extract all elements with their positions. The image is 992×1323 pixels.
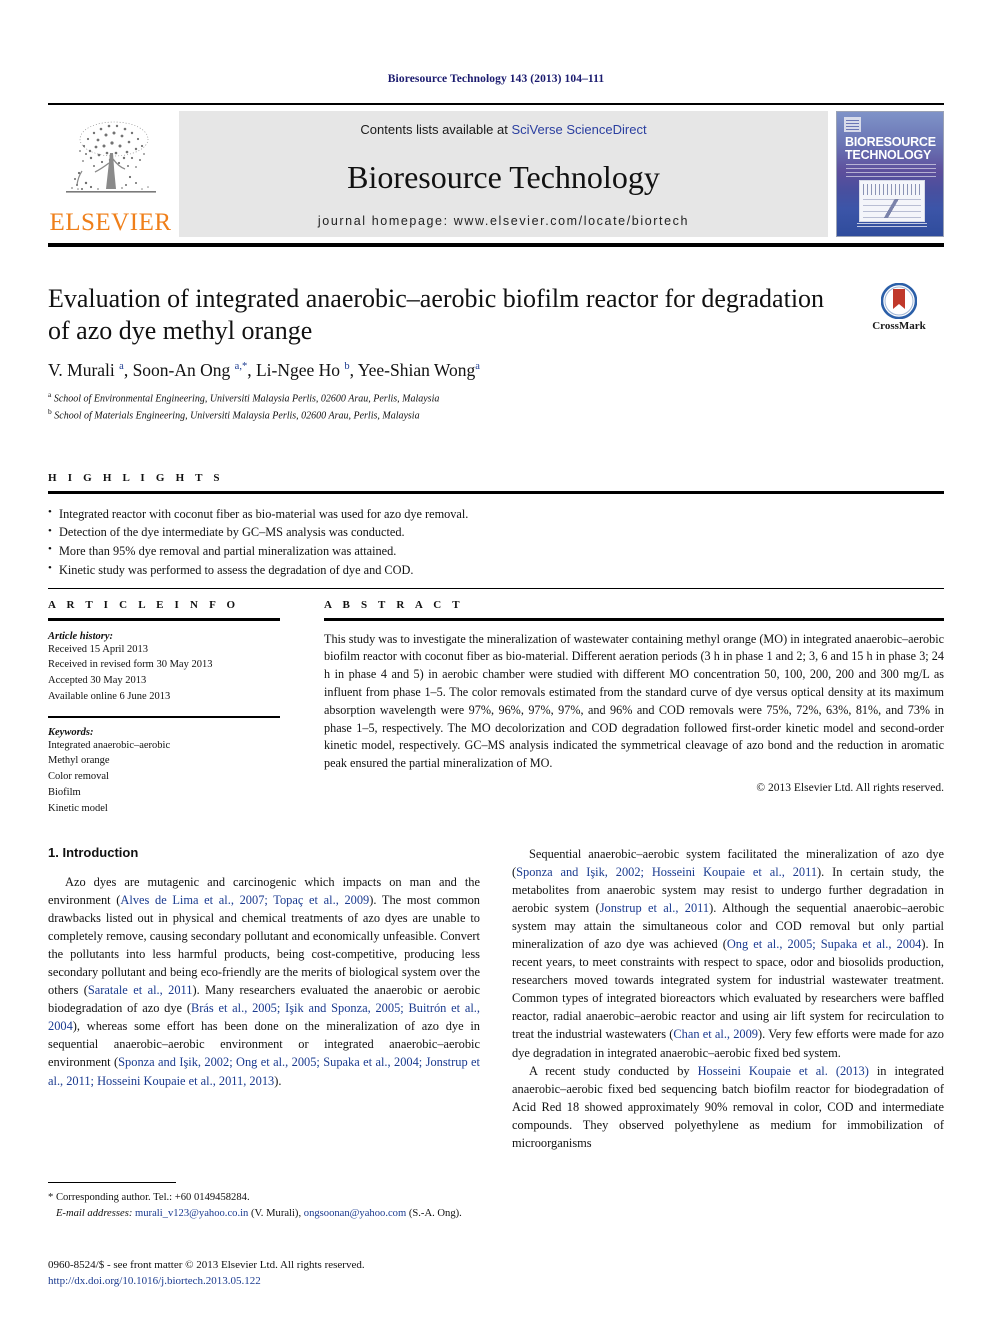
cover-chart-graphic [859, 180, 925, 222]
email-label: E-mail addresses: [55, 1208, 133, 1220]
article-info-heading: A R T I C L E I N F O [48, 599, 240, 611]
corresponding-author-note: * Corresponding author. Tel.: +60 014945… [48, 1192, 250, 1204]
history-item: Accepted 30 May 2013 [48, 675, 147, 687]
elsevier-logo: ELSEVIER [48, 111, 173, 237]
footnotes: * Corresponding author. Tel.: +60 014945… [48, 1182, 480, 1222]
elsevier-tree-icon [58, 113, 164, 209]
affiliations: a School of Environmental Engineering, U… [48, 390, 838, 424]
contents-available-line: Contents lists available at SciVerse Sci… [360, 122, 646, 137]
cover-elsevier-mark-icon [844, 117, 861, 132]
body-column-right: Sequential anaerobic–aerobic system faci… [512, 845, 944, 1152]
article-info-separator [48, 716, 280, 718]
keyword-item: Color removal [48, 771, 109, 783]
info-abstract-block: A R T I C L E I N F O Article history: R… [48, 599, 944, 817]
keyword-item: Integrated anaerobic–aerobic [48, 739, 171, 751]
body-column-gap [480, 845, 512, 1152]
cover-subtitle-lines [846, 164, 936, 177]
crossmark-badge[interactable]: CrossMark [856, 283, 942, 332]
doi-link[interactable]: http://dx.doi.org/10.1016/j.biortech.201… [48, 1274, 508, 1290]
issn-line: 0960-8524/$ - see front matter © 2013 El… [48, 1259, 365, 1271]
body-columns: 1. Introduction Azo dyes are mutagenic a… [48, 845, 944, 1152]
affiliation-mark-a: a [48, 390, 52, 400]
elsevier-wordmark: ELSEVIER [49, 209, 172, 236]
abstract-copyright: © 2013 Elsevier Ltd. All rights reserved… [756, 782, 944, 794]
body-column-left: 1. Introduction Azo dyes are mutagenic a… [48, 845, 480, 1152]
footer-block: 0960-8524/$ - see front matter © 2013 El… [48, 1258, 508, 1290]
journal-homepage[interactable]: journal homepage: www.elsevier.com/locat… [318, 214, 689, 228]
history-item: Received 15 April 2013 [48, 643, 149, 655]
history-item: Received in revised form 30 May 2013 [48, 659, 213, 671]
affiliation-b: b School of Materials Engineering, Unive… [48, 407, 838, 424]
journal-title: Bioresource Technology [347, 158, 660, 195]
paragraph: A recent study conducted by Hosseini Kou… [512, 1063, 944, 1150]
abstract-column: A B S T R A C T This study was to invest… [324, 599, 944, 817]
crossmark-label: CrossMark [872, 320, 926, 332]
keyword-item: Biofilm [48, 787, 81, 799]
article-info-body: Article history: Received 15 April 2013 … [48, 621, 280, 818]
masthead-bottom-rule [48, 243, 944, 247]
column-gap [280, 599, 324, 817]
cover-title: BIORESOURCE TECHNOLOGY [845, 135, 936, 162]
affiliation-text-a: School of Environmental Engineering, Uni… [53, 393, 440, 405]
highlights-heading: H I G H L I G H T S [48, 472, 224, 484]
crossmark-icon [881, 283, 917, 319]
contents-box: Contents lists available at SciVerse Sci… [179, 111, 828, 237]
list-item: More than 95% dye removal and partial mi… [48, 541, 944, 561]
keywords-label: Keywords: [48, 726, 94, 738]
email-addresses[interactable]: murali_v123@yahoo.co.in (V. Murali), ong… [135, 1208, 462, 1219]
running-head: Bioresource Technology 143 (2013) 104–11… [387, 73, 605, 85]
history-item: Available online 6 June 2013 [48, 691, 171, 703]
cover-footer-lines [857, 222, 927, 227]
footnote-rule [48, 1182, 176, 1184]
affiliation-a: a School of Environmental Engineering, U… [48, 390, 838, 407]
paragraph: Sequential anaerobic–aerobic system faci… [512, 847, 944, 1060]
list-item: Integrated reactor with coconut fiber as… [48, 504, 944, 524]
paper-page: Bioresource Technology 143 (2013) 104–11… [0, 0, 992, 1323]
author-list: V. Murali a, Soon-An Ong a,*, Li-Ngee Ho… [48, 360, 480, 381]
abstract-text: This study was to investigate the minera… [324, 631, 944, 771]
journal-masthead: ELSEVIER Contents lists available at Sci… [48, 103, 944, 237]
abstract-heading: A B S T R A C T [324, 599, 464, 611]
paragraph: Azo dyes are mutagenic and carcinogenic … [48, 875, 480, 1088]
affiliation-mark-b: b [48, 407, 52, 417]
list-item: Detection of the dye intermediate by GC–… [48, 523, 944, 542]
highlights-section: H I G H L I G H T S Integrated reactor w… [48, 472, 944, 590]
highlights-bottom-rule [48, 588, 944, 590]
article-history-label: Article history: [48, 630, 114, 642]
highlights-list: Integrated reactor with coconut fiber as… [48, 494, 944, 589]
title-block: Evaluation of integrated anaerobic–aerob… [48, 283, 838, 424]
affiliation-text-b: School of Materials Engineering, Univers… [54, 410, 420, 422]
journal-cover-thumbnail: BIORESOURCE TECHNOLOGY [836, 111, 944, 237]
sciencedirect-link[interactable]: SciVerse ScienceDirect [511, 122, 646, 137]
email-note: E-mail addresses: murali_v123@yahoo.co.i… [48, 1206, 480, 1222]
page-title: Evaluation of integrated anaerobic–aerob… [48, 284, 825, 345]
abstract-body: This study was to investigate the minera… [324, 621, 944, 795]
list-item: Kinetic study was performed to assess th… [48, 560, 944, 580]
contents-prefix: Contents lists available at [360, 122, 512, 137]
keyword-item: Methyl orange [48, 755, 110, 767]
keyword-item: Kinetic model [48, 803, 108, 815]
article-info-column: A R T I C L E I N F O Article history: R… [48, 599, 280, 817]
section-title-introduction: 1. Introduction [48, 845, 139, 860]
